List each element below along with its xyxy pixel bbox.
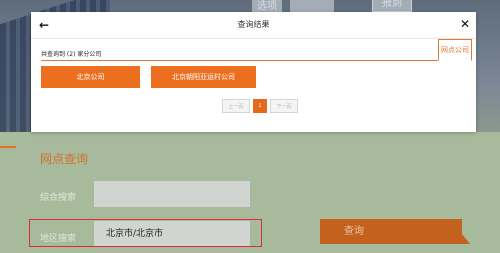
- prev-page-button[interactable]: 上一页: [222, 99, 250, 113]
- close-icon[interactable]: ✕: [458, 17, 472, 31]
- region-search-highlight: [29, 219, 262, 247]
- page-1-button[interactable]: 1: [253, 99, 267, 113]
- pagination: 上一页 1 下一页: [222, 99, 298, 113]
- company-list: 北京公司 北京朝阳亚运村公司: [41, 66, 256, 88]
- query-result-modal: ← 查询结果 ✕ 共查询到 (2) 家分公司 网点公司 北京公司 北京朝阳亚运村…: [31, 12, 476, 132]
- query-button[interactable]: 查询: [320, 219, 462, 244]
- general-search-input[interactable]: [94, 181, 250, 207]
- company-button-chaoyang-yayuncun[interactable]: 北京朝阳亚运村公司: [151, 66, 256, 88]
- section-title: 网点查询: [40, 152, 89, 166]
- company-button-beijing[interactable]: 北京公司: [41, 66, 140, 88]
- modal-header: ← 查询结果 ✕: [31, 12, 476, 39]
- banner-tab-3[interactable]: 报到: [372, 0, 412, 12]
- query-button-corner: [462, 234, 470, 244]
- tab-outlet-company[interactable]: 网点公司: [438, 39, 472, 61]
- section-accent-line: [0, 146, 16, 148]
- next-page-button[interactable]: 下一页: [270, 99, 298, 113]
- result-bar: 共查询到 (2) 家分公司 网点公司: [41, 39, 472, 61]
- modal-title: 查询结果: [237, 20, 270, 29]
- general-search-label: 综合搜索: [40, 193, 77, 203]
- result-count: 共查询到 (2) 家分公司: [41, 51, 102, 58]
